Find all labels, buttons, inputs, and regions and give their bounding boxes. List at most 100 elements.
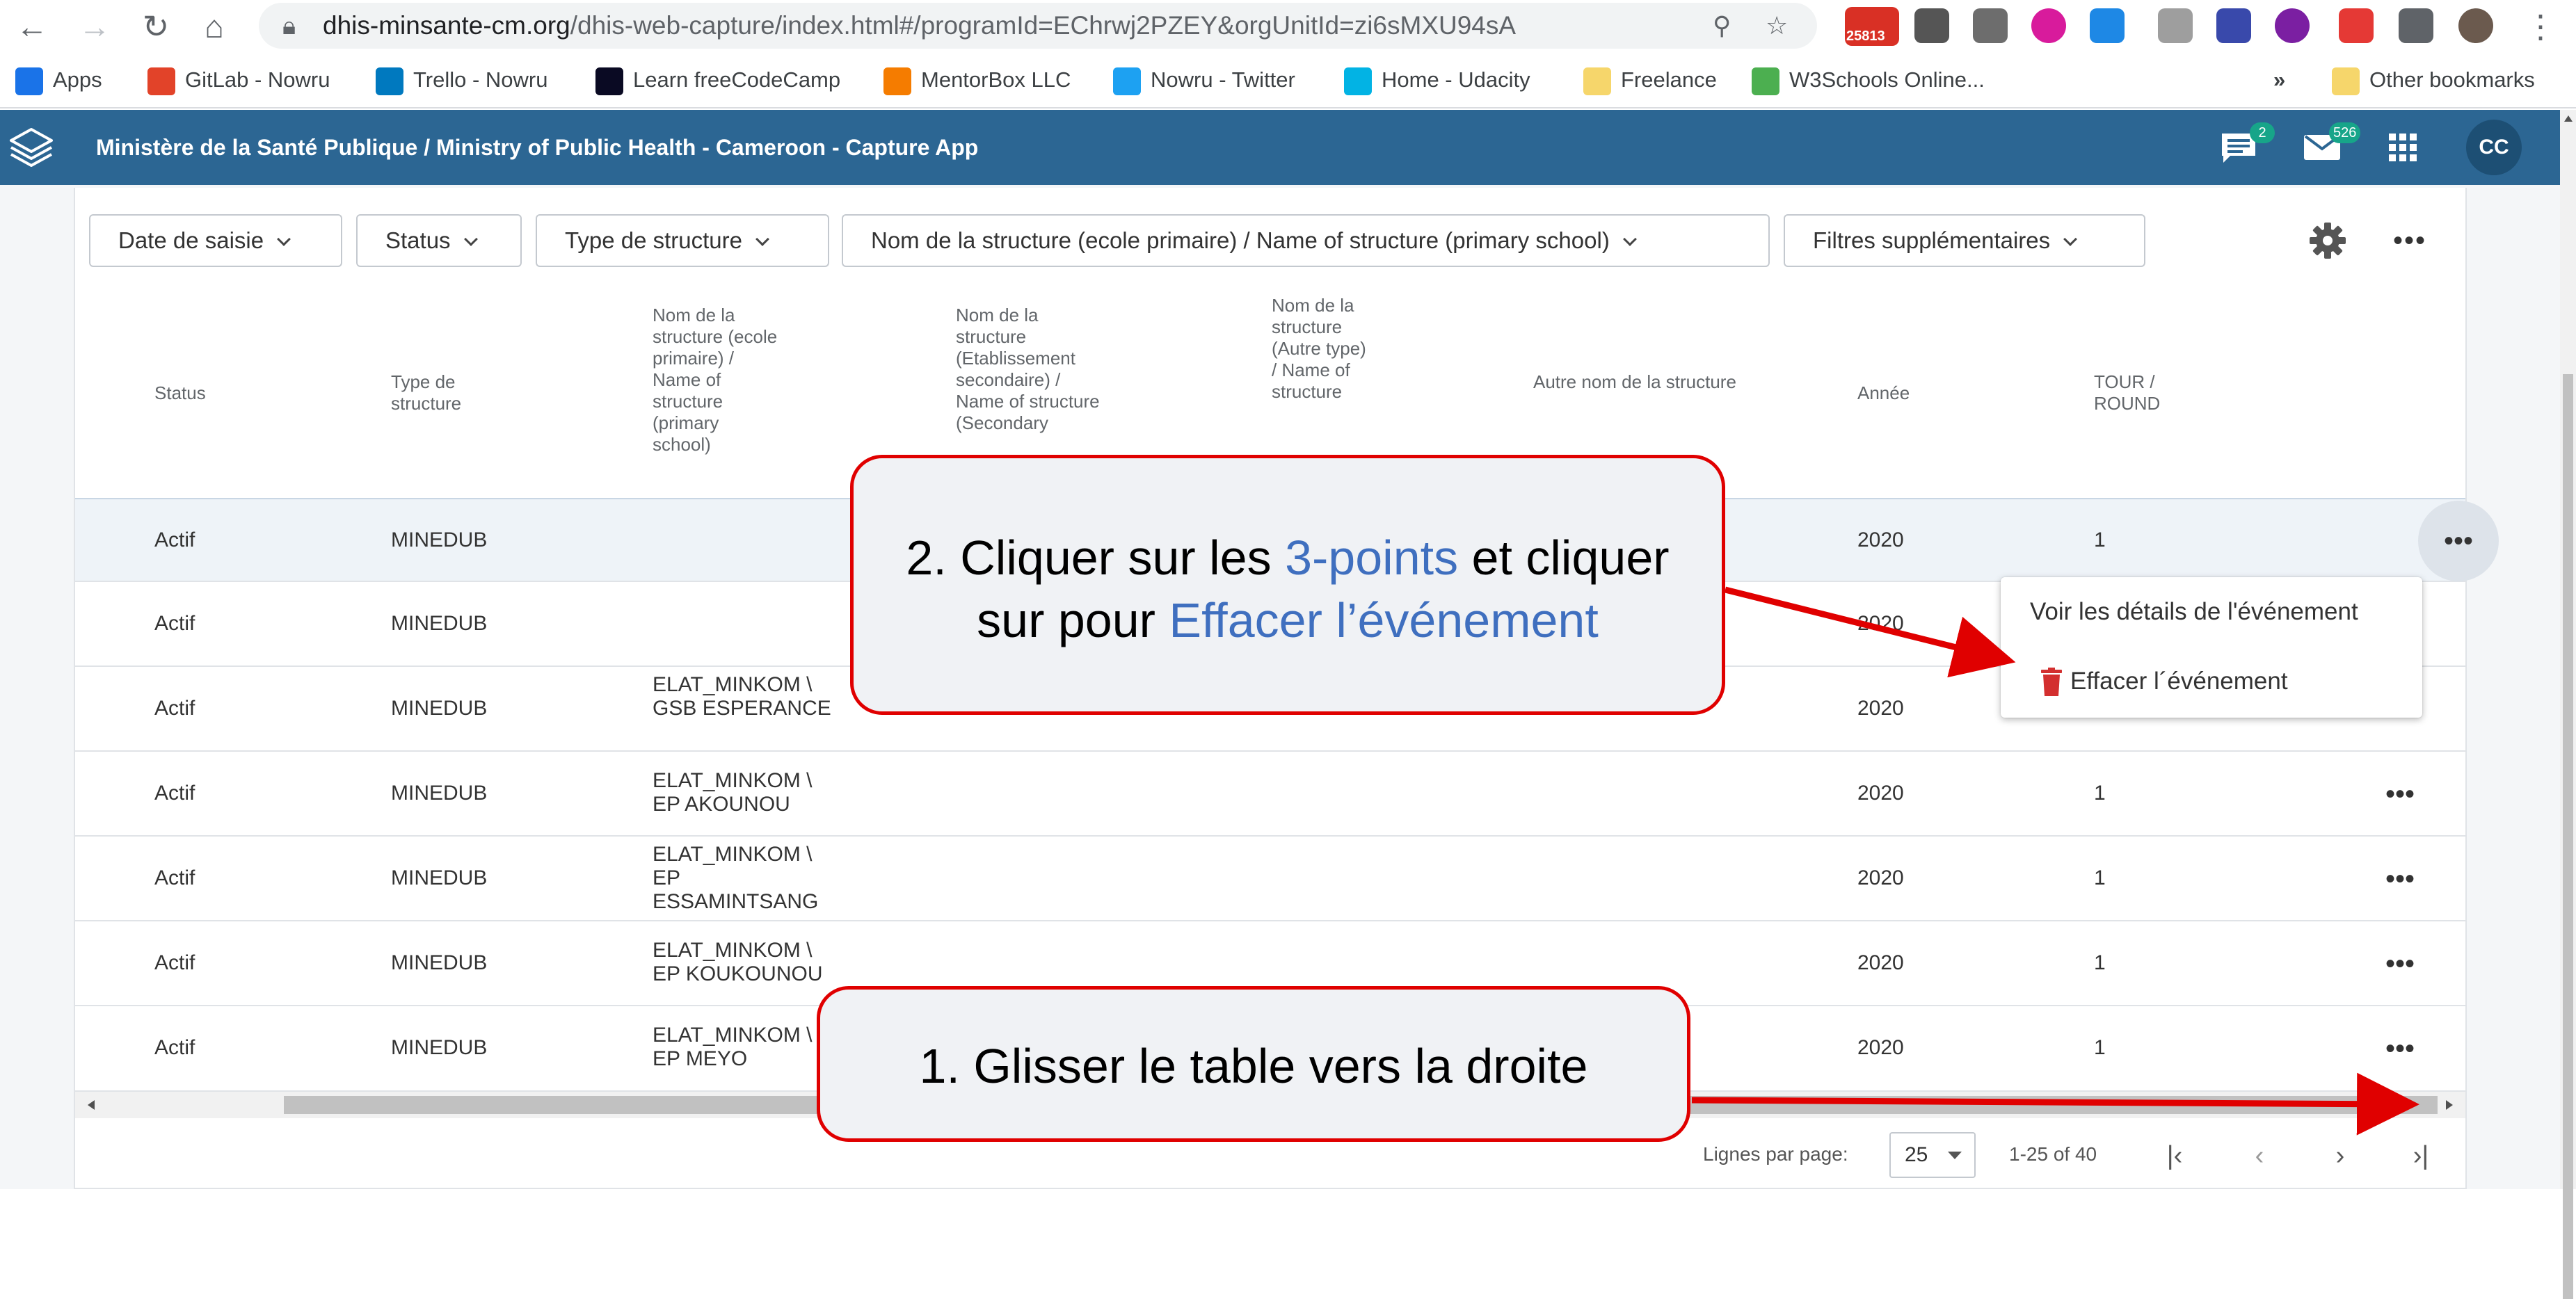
reload-icon[interactable]: ↻ bbox=[134, 4, 178, 49]
column-header-autre-nom[interactable]: Autre nom de la structure bbox=[1533, 371, 1742, 393]
folder-icon bbox=[1583, 67, 1611, 95]
url-text[interactable]: dhis-minsante-cm.org/dhis-web-capture/in… bbox=[323, 3, 1516, 49]
forward-icon[interactable]: → bbox=[72, 4, 117, 49]
scroll-left-arrow-icon[interactable] bbox=[88, 1100, 95, 1110]
apps-grid-icon[interactable] bbox=[2386, 131, 2419, 164]
extension-icon-1[interactable] bbox=[1914, 8, 1949, 43]
bookmark-mentorbox[interactable]: MentorBox LLC bbox=[883, 53, 1071, 107]
cell-status: Actif bbox=[154, 1036, 195, 1059]
cell-year: 2020 bbox=[1857, 529, 1904, 551]
cell-round: 1 bbox=[2094, 866, 2106, 889]
gear-icon[interactable] bbox=[2308, 221, 2347, 260]
column-header-status[interactable]: Status bbox=[154, 382, 259, 404]
chevron-down-icon bbox=[755, 232, 769, 246]
row-actions-button[interactable]: ••• bbox=[2379, 943, 2421, 985]
column-header-other-type[interactable]: Nom de la structure (Autre type) / Name … bbox=[1272, 295, 1376, 446]
cell-type: MINEDUB bbox=[391, 782, 488, 805]
vertical-scrollbar[interactable] bbox=[2560, 110, 2576, 1299]
extension-icon-7[interactable] bbox=[2339, 8, 2374, 43]
chevron-down-icon bbox=[1622, 232, 1637, 246]
column-header-round[interactable]: TOUR / ROUND bbox=[2094, 371, 2191, 414]
extension-icon-6[interactable] bbox=[2275, 8, 2310, 43]
cell-type: MINEDUB bbox=[391, 866, 488, 889]
cell-year: 2020 bbox=[1857, 951, 1904, 974]
chevron-down-icon bbox=[277, 232, 291, 246]
menu-item-view-event[interactable]: Voir les détails de l'événement bbox=[2001, 577, 2422, 647]
cell-type: MINEDUB bbox=[391, 612, 488, 635]
filter-supplementaires[interactable]: Filtres supplémentaires bbox=[1784, 214, 2145, 267]
dhis2-logo-icon[interactable] bbox=[7, 125, 56, 170]
cell-year: 2020 bbox=[1857, 1036, 1904, 1059]
udacity-icon bbox=[1344, 67, 1372, 95]
extension-icon-5[interactable] bbox=[2216, 8, 2251, 43]
column-header-secondary[interactable]: Nom de la structure (Etablissement secon… bbox=[956, 305, 1109, 456]
bookmark-freecodecamp[interactable]: Learn freeCodeCamp bbox=[595, 53, 840, 107]
app-title: Ministère de la Santé Publique / Ministr… bbox=[96, 135, 979, 160]
filter-status[interactable]: Status bbox=[356, 214, 522, 267]
cell-year: 2020 bbox=[1857, 782, 1904, 805]
scroll-right-arrow-icon[interactable] bbox=[2446, 1100, 2453, 1110]
bookmarks-overflow[interactable]: » bbox=[2273, 53, 2285, 107]
home-icon[interactable]: ⌂ bbox=[192, 4, 237, 49]
puzzle-extensions-icon[interactable] bbox=[2399, 8, 2433, 43]
row-actions-button[interactable]: ••• bbox=[2418, 501, 2499, 581]
column-header-annee[interactable]: Année bbox=[1857, 382, 1962, 404]
cell-status: Actif bbox=[154, 529, 195, 551]
cell-status: Actif bbox=[154, 612, 195, 635]
extension-icon-3[interactable] bbox=[2031, 8, 2066, 43]
callout-highlight: 3-points bbox=[1285, 531, 1459, 585]
gmail-extension-icon[interactable]: 25813 bbox=[1845, 7, 1899, 46]
last-page-icon[interactable]: ›| bbox=[2400, 1135, 2442, 1177]
twitter-icon bbox=[1113, 67, 1141, 95]
bookmark-udacity[interactable]: Home - Udacity bbox=[1344, 53, 1530, 107]
filter-type-de-structure[interactable]: Type de structure bbox=[536, 214, 829, 267]
previous-page-icon[interactable]: ‹ bbox=[2239, 1135, 2280, 1177]
column-header-primary[interactable]: Nom de la structure (ecole primaire) / N… bbox=[653, 305, 778, 480]
row-actions-button[interactable]: ••• bbox=[2379, 1028, 2421, 1070]
filter-date-de-saisie[interactable]: Date de saisie bbox=[89, 214, 342, 267]
bookmark-apps[interactable]: Apps bbox=[15, 53, 102, 107]
bookmark-w3schools[interactable]: W3Schools Online... bbox=[1752, 53, 1985, 107]
gitlab-icon bbox=[147, 67, 175, 95]
mentorbox-icon bbox=[883, 67, 911, 95]
cell-status: Actif bbox=[154, 782, 195, 805]
address-bar[interactable]: 🔒︎ dhis-minsante-cm.org/dhis-web-capture… bbox=[259, 3, 1817, 49]
bookmark-trello[interactable]: Trello - Nowru bbox=[376, 53, 548, 107]
camera-extension-icon[interactable] bbox=[2158, 8, 2193, 43]
bookmark-star-icon[interactable]: ☆ bbox=[1766, 3, 1788, 49]
bookmark-twitter[interactable]: Nowru - Twitter bbox=[1113, 53, 1295, 107]
cell-round: 1 bbox=[2094, 782, 2106, 805]
more-options-icon[interactable]: ••• bbox=[2389, 220, 2431, 261]
browser-menu-icon[interactable]: ⋮ bbox=[2518, 4, 2563, 49]
lock-icon: 🔒︎ bbox=[282, 11, 296, 40]
caret-down-icon bbox=[1948, 1152, 1962, 1159]
rows-per-page-select[interactable]: 25 bbox=[1889, 1132, 1976, 1178]
cell-type: MINEDUB bbox=[391, 697, 488, 720]
bookmark-freelance[interactable]: Freelance bbox=[1583, 53, 1717, 107]
row-actions-button[interactable]: ••• bbox=[2379, 773, 2421, 815]
column-header-type[interactable]: Type de structure bbox=[391, 371, 509, 414]
filter-nom-de-la-structure[interactable]: Nom de la structure (ecole primaire) / N… bbox=[842, 214, 1770, 267]
scroll-up-arrow-icon[interactable] bbox=[2564, 115, 2573, 122]
vertical-scrollbar-thumb[interactable] bbox=[2563, 374, 2573, 1299]
first-page-icon[interactable]: |‹ bbox=[2154, 1135, 2195, 1177]
row-actions-button[interactable]: ••• bbox=[2379, 858, 2421, 900]
browser-profile-avatar[interactable] bbox=[2458, 8, 2493, 43]
cell-status: Actif bbox=[154, 866, 195, 889]
next-page-icon[interactable]: › bbox=[2319, 1135, 2361, 1177]
cell-year: 2020 bbox=[1857, 697, 1904, 720]
app-header: Ministère de la Santé Publique / Ministr… bbox=[0, 110, 2560, 185]
extension-icon-4[interactable] bbox=[2090, 8, 2125, 43]
menu-item-delete-event[interactable]: Effacer l´événement bbox=[2001, 647, 2422, 716]
callout-text: 1. Glisser le table vers la droite bbox=[919, 1039, 1588, 1093]
instruction-callout-step-1: 1. Glisser le table vers la droite bbox=[817, 986, 1690, 1142]
extension-icon-2[interactable] bbox=[1973, 8, 2008, 43]
cell-primary: ELAT_MINKOM \ EP ESSAMINTSANG bbox=[653, 843, 819, 913]
table-row[interactable]: Actif MINEDUB ELAT_MINKOM \ EP AKOUNOU 2… bbox=[75, 752, 2465, 837]
table-row[interactable]: Actif MINEDUB ELAT_MINKOM \ EP ESSAMINTS… bbox=[75, 837, 2465, 921]
bookmark-other[interactable]: Other bookmarks bbox=[2332, 53, 2535, 107]
profile-avatar[interactable]: CC bbox=[2466, 120, 2522, 175]
bookmark-gitlab[interactable]: GitLab - Nowru bbox=[147, 53, 330, 107]
zoom-icon[interactable]: ⚲ bbox=[1713, 3, 1731, 49]
back-icon[interactable]: ← bbox=[10, 4, 54, 49]
